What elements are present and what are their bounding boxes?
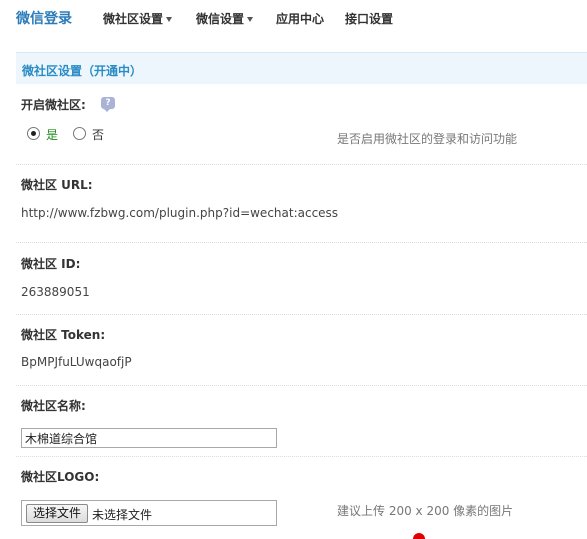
section-title: 微社区设置（开通中） [22,64,143,78]
section-header: 微社区设置（开通中） [16,52,587,84]
enable-community-label: 开启微社区: [21,98,86,112]
community-name-label: 微社区名称: [21,399,86,413]
nav-item-wechat-settings[interactable]: 微信设置 [196,10,254,27]
help-bubble-icon[interactable]: ? [101,97,115,112]
enable-hint: 是否启用微社区的登录和访问功能 [337,132,518,146]
logo-file-picker: 选择文件 未选择文件 [21,500,277,526]
row-divider [16,314,587,315]
enable-no-radio[interactable] [73,127,86,140]
nav-item-label: 微社区设置 [103,12,164,26]
choose-file-button[interactable]: 选择文件 [26,504,89,523]
row-divider [16,456,587,457]
nav-item-label: 微信设置 [196,12,245,26]
nav-item-api-settings[interactable]: 接口设置 [345,10,393,27]
logo-hint: 建议上传 200 x 200 像素的图片 [337,504,514,518]
file-status-text: 未选择文件 [92,508,153,522]
nav-item-label: 应用中心 [276,12,325,26]
enable-no-label[interactable]: 否 [92,126,104,143]
community-url-value: http://www.fzbwg.com/plugin.php?id=wecha… [21,206,339,220]
community-name-input[interactable] [21,428,277,448]
nav-brand-wechat-login[interactable]: 微信登录 [16,8,72,28]
nav-item-label: 接口设置 [345,12,394,26]
nav-item-community-settings[interactable]: 微社区设置 [103,10,173,27]
red-dot-icon [413,533,425,539]
community-logo-label: 微社区LOGO: [21,470,100,484]
nav-item-app-center[interactable]: 应用中心 [276,10,324,27]
row-divider [16,242,587,243]
top-navigation: 微信登录 微社区设置 微信设置 应用中心 接口设置 [0,0,587,36]
caret-down-icon [166,17,173,22]
community-url-label: 微社区 URL: [21,178,93,192]
row-divider [16,385,587,386]
enable-yes-label[interactable]: 是 [46,126,58,143]
community-token-label: 微社区 Token: [21,328,106,342]
row-divider [16,164,587,165]
community-id-value: 263889051 [21,285,90,299]
caret-down-icon [247,17,254,22]
enable-yes-radio[interactable] [27,127,40,140]
community-id-label: 微社区 ID: [21,257,81,271]
community-token-value: BpMPJfuLUwqaofjP [21,355,132,369]
